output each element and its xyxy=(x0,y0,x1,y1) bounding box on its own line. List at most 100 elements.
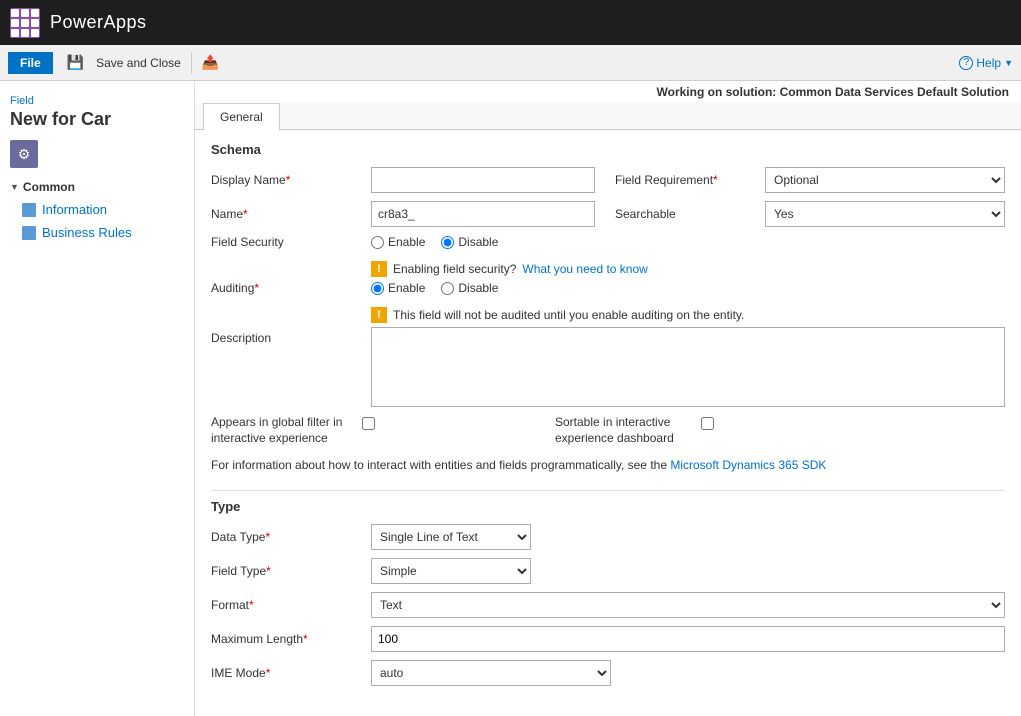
form-content: Schema Display Name* Field Requirement* … xyxy=(195,130,1021,706)
type-section: Type Data Type* Single Line of Text Mult… xyxy=(211,499,1005,686)
sdk-info-row: For information about how to interact wi… xyxy=(211,454,1005,482)
field-type-row: Field Type* Simple Calculated Rollup xyxy=(211,558,1005,584)
field-security-enable-option[interactable]: Enable xyxy=(371,235,425,249)
data-type-select[interactable]: Single Line of Text Multiple Lines of Te… xyxy=(371,524,531,550)
help-circle-icon: ? xyxy=(959,56,973,70)
field-security-disable-label: Disable xyxy=(458,235,498,249)
max-length-input[interactable] xyxy=(371,626,1005,652)
entity-icon-row: ⚙ xyxy=(0,140,194,176)
schema-title: Schema xyxy=(211,142,1005,157)
save-close-button[interactable]: Save and Close xyxy=(90,54,187,72)
display-name-row: Display Name* Field Requirement* Optiona… xyxy=(211,167,1005,193)
field-requirement-group: Field Requirement* Optional Business Rec… xyxy=(615,167,1005,193)
sidebar-item-label-business-rules: Business Rules xyxy=(42,225,132,240)
auditing-disable-radio[interactable] xyxy=(441,282,454,295)
auditing-enable-radio[interactable] xyxy=(371,282,384,295)
sidebar: Field New for Car ⚙ ▼ Common Information… xyxy=(0,81,195,716)
sidebar-item-information[interactable]: Information xyxy=(0,198,194,221)
field-security-enable-radio[interactable] xyxy=(371,236,384,249)
help-label: Help xyxy=(976,56,1001,70)
field-security-enable-label: Enable xyxy=(388,235,425,249)
display-name-input[interactable] xyxy=(371,167,595,193)
field-security-label: Field Security xyxy=(211,235,371,249)
field-security-warn-icon: ! xyxy=(371,261,387,277)
field-security-disable-radio[interactable] xyxy=(441,236,454,249)
searchable-label: Searchable xyxy=(615,207,765,221)
auditing-enable-label: Enable xyxy=(388,281,425,295)
display-name-label: Display Name* xyxy=(211,173,371,187)
searchable-select[interactable]: Yes No xyxy=(765,201,1005,227)
sdk-link[interactable]: Microsoft Dynamics 365 SDK xyxy=(670,458,826,472)
main-wrapper: Field New for Car ⚙ ▼ Common Information… xyxy=(0,81,1021,716)
auditing-warning-text: This field will not be audited until you… xyxy=(393,308,744,322)
ime-mode-row: IME Mode* auto active inactive disabled xyxy=(211,660,1005,686)
data-type-label: Data Type* xyxy=(211,530,371,544)
common-section-header[interactable]: ▼ Common xyxy=(0,176,194,198)
max-length-row: Maximum Length* xyxy=(211,626,1005,652)
description-row: Description xyxy=(211,327,1005,407)
name-input[interactable] xyxy=(371,201,595,227)
data-type-row: Data Type* Single Line of Text Multiple … xyxy=(211,524,1005,550)
name-row: Name* Searchable Yes No xyxy=(211,201,1005,227)
sidebar-item-business-rules[interactable]: Business Rules xyxy=(0,221,194,244)
auditing-label: Auditing* xyxy=(211,281,371,295)
entity-label[interactable]: Field xyxy=(10,95,184,107)
content-area: Working on solution: Common Data Service… xyxy=(195,81,1021,716)
searchable-group: Searchable Yes No xyxy=(615,201,1005,227)
ime-mode-select[interactable]: auto active inactive disabled xyxy=(371,660,611,686)
format-select[interactable]: Text Email URL Phone Ticker Symbol xyxy=(371,592,1005,618)
file-button[interactable]: File xyxy=(8,52,53,74)
export-button[interactable]: 📤 xyxy=(196,52,225,73)
field-security-warning-row: ! Enabling field security? What you need… xyxy=(211,257,1005,281)
form-divider xyxy=(211,490,1005,491)
field-security-row: Field Security Enable Disable xyxy=(211,235,1005,249)
global-filter-checkbox-item: Appears in global filter in interactive … xyxy=(211,415,375,446)
tab-general-label: General xyxy=(220,110,263,124)
sidebar-header: Field New for Car xyxy=(0,89,194,140)
entity-gear-icon: ⚙ xyxy=(10,140,38,168)
auditing-enable-option[interactable]: Enable xyxy=(371,281,425,295)
sortable-checkbox[interactable] xyxy=(701,417,714,430)
format-label: Format* xyxy=(211,598,371,612)
entity-title: New for Car xyxy=(10,107,184,138)
field-security-link[interactable]: What you need to know xyxy=(522,262,647,276)
auditing-disable-option[interactable]: Disable xyxy=(441,281,498,295)
field-type-select[interactable]: Simple Calculated Rollup xyxy=(371,558,531,584)
save-icon: 💾 xyxy=(67,54,84,71)
waffle-grid xyxy=(11,9,39,37)
help-button[interactable]: ? Help ▼ xyxy=(959,56,1013,70)
toolbar: File 💾 Save and Close 📤 ? Help ▼ xyxy=(0,45,1021,81)
triangle-icon: ▼ xyxy=(10,182,19,192)
sortable-checkbox-item: Sortable in interactive experience dashb… xyxy=(555,415,714,446)
sdk-info-text: For information about how to interact wi… xyxy=(211,458,667,472)
description-textarea[interactable] xyxy=(371,327,1005,407)
field-security-warning-text: Enabling field security? xyxy=(393,262,516,276)
business-rules-icon xyxy=(22,226,36,240)
auditing-radio-group: Enable Disable xyxy=(371,281,498,295)
field-type-label: Field Type* xyxy=(211,564,371,578)
app-title: PowerApps xyxy=(50,12,147,33)
field-requirement-label: Field Requirement* xyxy=(615,173,765,187)
help-chevron-icon: ▼ xyxy=(1004,58,1013,68)
auditing-row: Auditing* Enable Disable xyxy=(211,281,1005,295)
max-length-label: Maximum Length* xyxy=(211,632,371,646)
format-row: Format* Text Email URL Phone Ticker Symb… xyxy=(211,592,1005,618)
ime-mode-label: IME Mode* xyxy=(211,666,371,680)
global-filter-label: Appears in global filter in interactive … xyxy=(211,415,356,446)
save-close-label: Save and Close xyxy=(96,56,181,70)
waffle-icon[interactable] xyxy=(10,8,40,38)
type-title: Type xyxy=(211,499,1005,514)
sortable-label: Sortable in interactive experience dashb… xyxy=(555,415,695,446)
field-requirement-select[interactable]: Optional Business Recommended Business R… xyxy=(765,167,1005,193)
field-security-disable-option[interactable]: Disable xyxy=(441,235,498,249)
top-bar: PowerApps xyxy=(0,0,1021,45)
tab-general[interactable]: General xyxy=(203,103,280,130)
save-icon-button[interactable]: 💾 xyxy=(61,52,90,73)
toolbar-separator xyxy=(191,52,192,74)
global-filter-checkbox[interactable] xyxy=(362,417,375,430)
checkbox-pair-row: Appears in global filter in interactive … xyxy=(211,415,1005,446)
sidebar-item-label-information: Information xyxy=(42,202,107,217)
common-label: Common xyxy=(23,180,75,194)
solution-bar: Working on solution: Common Data Service… xyxy=(195,81,1021,103)
auditing-disable-label: Disable xyxy=(458,281,498,295)
